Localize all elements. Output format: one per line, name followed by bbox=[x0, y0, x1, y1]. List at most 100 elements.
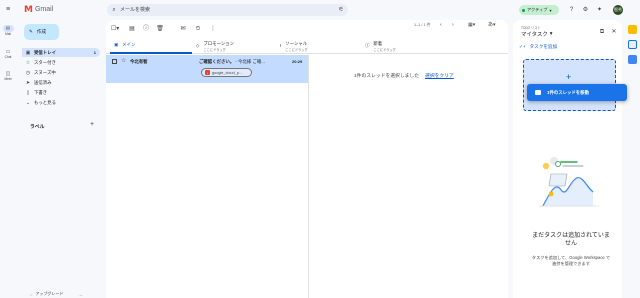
rail-chat-label: Chat bbox=[4, 55, 12, 59]
rail-meet[interactable]: ◫ Meet bbox=[0, 70, 16, 82]
tab-updates[interactable]: ⓘ 新着 ここにドラッグ bbox=[365, 38, 447, 54]
report-spam-icon[interactable]: ⓘ bbox=[142, 24, 150, 34]
tasks-empty-illustration bbox=[539, 157, 599, 207]
info-icon: ⓘ bbox=[365, 43, 370, 48]
tab-promotions[interactable]: ◇ プロモーション ここにドラッグ bbox=[196, 38, 278, 54]
rail-meet-label: Meet bbox=[4, 77, 12, 81]
rail-chat[interactable]: ▭ Chat bbox=[0, 48, 16, 60]
clock-icon: ◷ bbox=[25, 69, 31, 76]
search-input[interactable]: メールを検索 bbox=[120, 4, 150, 16]
settings-icon[interactable]: ⚙ bbox=[581, 5, 590, 15]
email-snippet: - 今北様 ご確... bbox=[234, 59, 265, 64]
arrow-right-icon: → bbox=[78, 291, 83, 297]
attachment-name: google_cloud_p... bbox=[212, 70, 242, 75]
send-icon: ➤ bbox=[25, 79, 31, 86]
add-task-icon: ✓+ bbox=[519, 44, 526, 49]
prev-page-icon[interactable]: ‹ bbox=[440, 23, 442, 28]
drag-thread-chip[interactable]: 1件のスレッドを移動 bbox=[527, 84, 627, 101]
clear-selection-link[interactable]: 選択をクリア bbox=[425, 74, 454, 79]
inbox-icon: ▣ bbox=[25, 49, 31, 56]
gemini-icon[interactable]: ✦ bbox=[595, 5, 604, 15]
nav-label: 送信済み bbox=[34, 79, 52, 85]
language-icon[interactable]: あ▾ bbox=[488, 23, 496, 28]
tasks-empty-subtitle: タスクを追加して、Google Workspace で進捗を管理できます bbox=[531, 255, 611, 266]
contacts-icon[interactable] bbox=[628, 55, 637, 64]
tab-primary[interactable]: ▣ メイン bbox=[110, 38, 192, 54]
chat-icon: ▭ bbox=[5, 48, 11, 55]
tab-sub: ここにドラッグ bbox=[203, 47, 226, 52]
nav-item-inbox[interactable]: ▣ 受信トレイ 1 bbox=[22, 48, 100, 57]
gmail-logo-text: Gmail bbox=[34, 6, 54, 13]
upgrade-button[interactable]: ◌ アップグレード → bbox=[30, 291, 82, 297]
search-bar[interactable]: ⌕ メールを検索 ⚟ bbox=[107, 4, 348, 16]
inbox-icon: ▣ bbox=[114, 42, 119, 47]
email-list: ☆ 今北有智 ご確認ください。 - 今北様 ご確... 20:29 ▪ goog… bbox=[106, 55, 308, 298]
avatar[interactable]: 智秀 bbox=[613, 5, 623, 15]
star-icon: ☆ bbox=[25, 59, 31, 66]
chevron-down-icon: ⌄ bbox=[25, 99, 31, 106]
nav-label: スヌーズ中 bbox=[34, 69, 56, 75]
input-tools-icon[interactable]: ▦▾ bbox=[468, 23, 475, 28]
gmail-logo[interactable]: M Gmail bbox=[24, 4, 53, 15]
gmail-m-icon: M bbox=[24, 4, 33, 15]
compose-button[interactable]: ✎ 作成 bbox=[24, 24, 59, 40]
pdf-icon: ▪ bbox=[205, 70, 210, 75]
tab-label: 新着 bbox=[373, 40, 383, 46]
archive-icon[interactable]: ▤ bbox=[128, 24, 136, 34]
nav-label: もっと見る bbox=[34, 99, 56, 105]
shield-icon: ◌ bbox=[30, 291, 33, 297]
nav-label: スター付き bbox=[34, 59, 56, 65]
tasks-icon[interactable] bbox=[628, 40, 637, 49]
mark-read-icon[interactable]: ✉ bbox=[179, 24, 187, 34]
selection-text: 1件のスレッドを選択しました bbox=[354, 74, 420, 79]
status-button[interactable]: アクティブ ▾ bbox=[519, 5, 559, 15]
add-task-label: タスクを追加 bbox=[529, 44, 558, 49]
app-rail: ≡ ✉ Mail ▭ Chat ◫ Meet bbox=[0, 0, 16, 298]
tasks-title: マイタスク bbox=[521, 32, 548, 38]
help-icon[interactable]: ? bbox=[567, 5, 576, 15]
nav-item-more[interactable]: ⌄ もっと見る bbox=[22, 98, 100, 107]
more-vert-icon[interactable]: ⋮ bbox=[209, 24, 217, 34]
nav-item-snoozed[interactable]: ◷ スヌーズ中 bbox=[22, 68, 100, 77]
tab-social[interactable]: ⵑ ソーシャル ここにドラッグ bbox=[280, 38, 362, 54]
tab-label: メイン bbox=[122, 42, 136, 47]
main-menu-icon[interactable]: ≡ bbox=[3, 4, 13, 14]
people-icon: ⵑ bbox=[280, 43, 282, 48]
add-task-button[interactable]: ✓+ タスクを追加 bbox=[519, 44, 557, 50]
draft-icon: ▯ bbox=[26, 89, 30, 96]
move-to-icon[interactable]: ⏲ bbox=[194, 24, 202, 34]
side-panel bbox=[625, 20, 640, 298]
nav-item-sent[interactable]: ➤ 送信済み bbox=[22, 78, 100, 87]
tasks-list-selector[interactable]: マイタスク ▾ bbox=[521, 30, 552, 38]
table-row[interactable]: ☆ 今北有智 ご確認ください。 - 今北様 ご確... 20:29 ▪ goog… bbox=[106, 55, 308, 83]
delete-icon[interactable]: 🗑 bbox=[156, 24, 164, 34]
close-icon[interactable]: ✕ bbox=[611, 29, 617, 35]
nav-item-drafts[interactable]: ▯ 下書き bbox=[22, 88, 100, 97]
upgrade-label: アップグレード bbox=[35, 291, 64, 296]
keep-icon[interactable] bbox=[628, 25, 637, 34]
add-label-icon[interactable]: + bbox=[90, 121, 94, 128]
attachment-chip[interactable]: ▪ google_cloud_p... bbox=[201, 68, 252, 77]
compose-label: 作成 bbox=[36, 29, 47, 34]
tag-icon: ◇ bbox=[196, 43, 200, 48]
tab-sub: ここにドラッグ bbox=[285, 47, 308, 52]
select-all-checkbox[interactable]: ☐▾ bbox=[111, 24, 119, 34]
open-in-new-icon[interactable]: ⧉ bbox=[599, 29, 605, 35]
tab-sub: ここにドラッグ bbox=[373, 47, 396, 52]
search-icon[interactable]: ⌕ bbox=[110, 4, 118, 16]
nav-label: 下書き bbox=[34, 89, 48, 95]
plus-icon: + bbox=[566, 72, 572, 82]
email-sender: 今北有智 bbox=[130, 59, 148, 64]
tab-label: プロモーション bbox=[203, 40, 235, 46]
row-checkbox[interactable] bbox=[112, 59, 117, 64]
pager-text: 1–1 / 1 件 bbox=[414, 23, 431, 27]
rail-mail[interactable]: ✉ Mail bbox=[0, 25, 16, 36]
reading-pane-empty: 1件のスレッドを選択しました 選択をクリア bbox=[354, 72, 454, 79]
nav-item-starred[interactable]: ☆ スター付き bbox=[22, 58, 100, 67]
next-page-icon[interactable]: › bbox=[452, 23, 454, 28]
rail-mail-label: Mail bbox=[5, 32, 11, 36]
nav-count: 1 bbox=[93, 50, 96, 55]
pane-divider[interactable] bbox=[308, 55, 309, 298]
search-options-icon[interactable]: ⚟ bbox=[337, 4, 345, 16]
star-icon[interactable]: ☆ bbox=[121, 57, 126, 64]
